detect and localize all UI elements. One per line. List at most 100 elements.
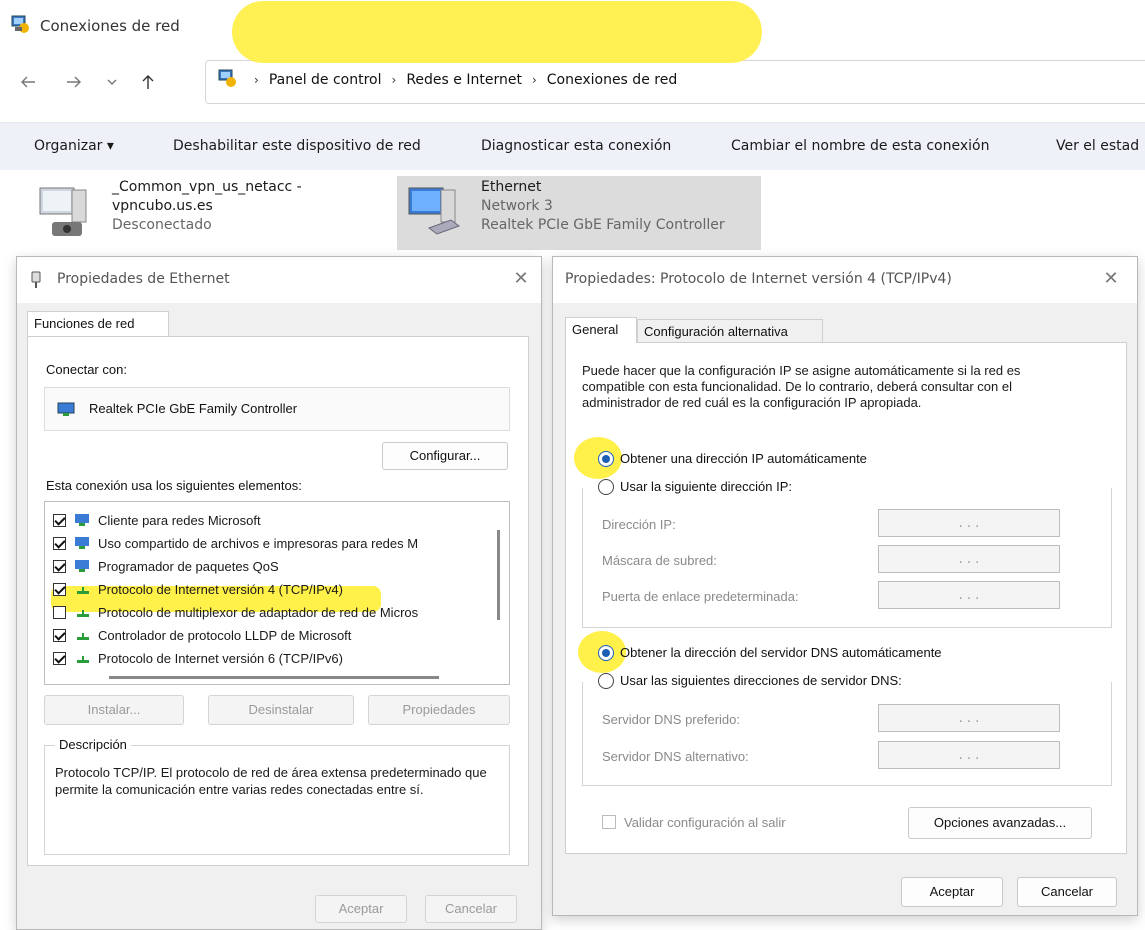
network-adapter-icon <box>57 402 75 416</box>
list-item[interactable]: Uso compartido de archivos e impresoras … <box>53 533 418 553</box>
item-checkbox[interactable] <box>53 536 66 550</box>
connect-using-label: Conectar con: <box>46 362 127 377</box>
item-checkbox[interactable] <box>53 582 66 596</box>
description-text: Protocolo TCP/IP. El protocolo de red de… <box>55 765 487 797</box>
rename-connection-button[interactable]: Cambiar el nombre de esta conexión <box>731 138 989 154</box>
properties-button[interactable]: Propiedades <box>368 695 510 725</box>
gateway-label: Puerta de enlace predeterminada: <box>602 589 799 604</box>
tab-general[interactable]: General <box>565 317 637 343</box>
connection-ethernet[interactable]: Ethernet Network 3 Realtek PCIe GbE Fami… <box>397 176 761 250</box>
breadcrumb-separator: › <box>531 73 537 87</box>
dialog-titlebar: Propiedades de Ethernet ✕ <box>17 257 541 303</box>
subnet-label: Máscara de subred: <box>602 553 717 568</box>
uninstall-button[interactable]: Desinstalar <box>208 695 354 725</box>
up-button[interactable] <box>134 68 162 96</box>
description-group: Descripción Protocolo TCP/IP. El protoco… <box>44 737 510 855</box>
control-panel-icon <box>218 69 236 87</box>
auto-dns-radio[interactable] <box>598 645 614 661</box>
breadcrumb: › Panel de control › Redes e Internet › … <box>244 72 677 88</box>
item-checkbox[interactable] <box>53 651 66 665</box>
alternate-dns-label: Servidor DNS alternativo: <box>602 749 749 764</box>
gateway-field[interactable]: . . . <box>878 581 1060 609</box>
subnet-field[interactable]: . . . <box>878 545 1060 573</box>
back-button[interactable] <box>14 68 42 96</box>
auto-ip-label: Obtener una dirección IP automáticamente <box>620 451 867 466</box>
file-sharing-icon <box>75 537 89 549</box>
alternate-dns-field[interactable]: . . . <box>878 741 1060 769</box>
close-button[interactable]: ✕ <box>1099 267 1123 291</box>
connection-ethernet-details: Ethernet Network 3 Realtek PCIe GbE Fami… <box>481 178 725 235</box>
general-panel: Puede hacer que la configuración IP se a… <box>565 342 1127 854</box>
list-item[interactable]: Protocolo de Internet versión 4 (TCP/IPv… <box>53 579 343 599</box>
dialog-title: Propiedades: Protocolo de Internet versi… <box>565 271 952 287</box>
arrow-right-icon <box>67 76 81 88</box>
window-title: Conexiones de red <box>40 17 180 35</box>
disable-device-button[interactable]: Deshabilitar este dispositivo de red <box>173 138 421 154</box>
breadcrumb-separator: › <box>254 73 259 87</box>
breadcrumb-separator: › <box>391 73 397 87</box>
ethernet-plug-icon <box>31 271 41 288</box>
dialog-titlebar: Propiedades: Protocolo de Internet versi… <box>553 257 1137 303</box>
forward-button[interactable] <box>60 68 88 96</box>
network-connections-icon <box>11 15 29 33</box>
view-status-button[interactable]: Ver el estad <box>1056 138 1139 154</box>
list-item[interactable]: Programador de paquetes QoS <box>53 556 279 576</box>
item-checkbox[interactable] <box>53 628 66 642</box>
vertical-scrollbar[interactable] <box>497 530 500 620</box>
list-item[interactable]: Controlador de protocolo LLDP de Microso… <box>53 625 351 645</box>
networking-panel: Conectar con: Realtek PCIe GbE Family Co… <box>27 336 529 866</box>
intro-text: Puede hacer que la configuración IP se a… <box>582 363 1021 410</box>
close-button[interactable]: ✕ <box>509 267 533 291</box>
advanced-options-button[interactable]: Opciones avanzadas... <box>908 807 1092 839</box>
preferred-dns-label: Servidor DNS preferido: <box>602 712 740 727</box>
tab-networking[interactable]: Funciones de red <box>27 311 169 337</box>
horizontal-scrollbar[interactable] <box>109 676 439 679</box>
address-highlight-annotation <box>232 1 762 63</box>
tab-alternate-config[interactable]: Configuración alternativa <box>637 319 823 343</box>
organize-menu[interactable]: Organizar ▾ <box>34 138 114 154</box>
ipv4-properties-dialog: Propiedades: Protocolo de Internet versi… <box>552 256 1138 916</box>
cancel-button[interactable]: Cancelar <box>425 895 517 923</box>
adapter-name: Realtek PCIe GbE Family Controller <box>89 401 298 416</box>
protocol-icon <box>77 587 89 594</box>
breadcrumb-networks[interactable]: Redes e Internet <box>406 72 522 88</box>
cancel-button[interactable]: Cancelar <box>1017 877 1117 907</box>
connection-ethernet-name: Ethernet <box>481 179 542 195</box>
item-checkbox[interactable] <box>53 605 66 619</box>
adapter-box: Realtek PCIe GbE Family Controller <box>44 387 510 431</box>
list-item[interactable]: Protocolo de multiplexor de adaptador de… <box>53 602 418 622</box>
arrow-up-icon <box>142 75 154 89</box>
configure-button[interactable]: Configurar... <box>382 442 508 470</box>
protocol-icon <box>77 610 89 617</box>
validate-checkbox[interactable] <box>602 815 616 829</box>
command-toolbar: Organizar ▾ Deshabilitar este dispositiv… <box>0 122 1145 170</box>
diagnose-button[interactable]: Diagnosticar esta conexión <box>481 138 671 154</box>
preferred-dns-field[interactable]: . . . <box>878 704 1060 732</box>
dialog-body: General Configuración alternativa Puede … <box>553 303 1137 915</box>
components-list[interactable]: Cliente para redes Microsoft Uso compart… <box>44 501 510 685</box>
connection-ethernet-network: Network 3 <box>481 198 553 214</box>
qos-icon <box>75 560 89 572</box>
dns-settings-group <box>582 682 1112 786</box>
connection-vpn-details: _Common_vpn_us_netacc - vpncubo.us.es De… <box>112 178 302 235</box>
chevron-down-icon <box>107 79 117 85</box>
item-checkbox[interactable] <box>53 559 66 573</box>
item-checkbox[interactable] <box>53 513 66 527</box>
connection-ethernet-adapter: Realtek PCIe GbE Family Controller <box>481 217 725 233</box>
ethernet-connection-icon <box>408 187 461 235</box>
description-label: Descripción <box>55 737 131 752</box>
ok-button[interactable]: Aceptar <box>901 877 1003 907</box>
dialog-body: Funciones de red Conectar con: Realtek P… <box>17 303 541 929</box>
validate-label: Validar configuración al salir <box>624 815 786 830</box>
list-item[interactable]: Protocolo de Internet versión 6 (TCP/IPv… <box>53 648 343 668</box>
list-item[interactable]: Cliente para redes Microsoft <box>53 510 261 530</box>
breadcrumb-control-panel[interactable]: Panel de control <box>269 72 382 88</box>
dialog-title: Propiedades de Ethernet <box>57 271 230 287</box>
ip-address-field[interactable]: . . . <box>878 509 1060 537</box>
auto-ip-radio[interactable] <box>598 451 614 467</box>
ok-button[interactable]: Aceptar <box>315 895 407 923</box>
install-button[interactable]: Instalar... <box>44 695 184 725</box>
recent-locations-button[interactable] <box>98 68 126 96</box>
connection-vpn[interactable]: _Common_vpn_us_netacc - vpncubo.us.es De… <box>28 176 368 250</box>
breadcrumb-connections[interactable]: Conexiones de red <box>547 72 677 88</box>
